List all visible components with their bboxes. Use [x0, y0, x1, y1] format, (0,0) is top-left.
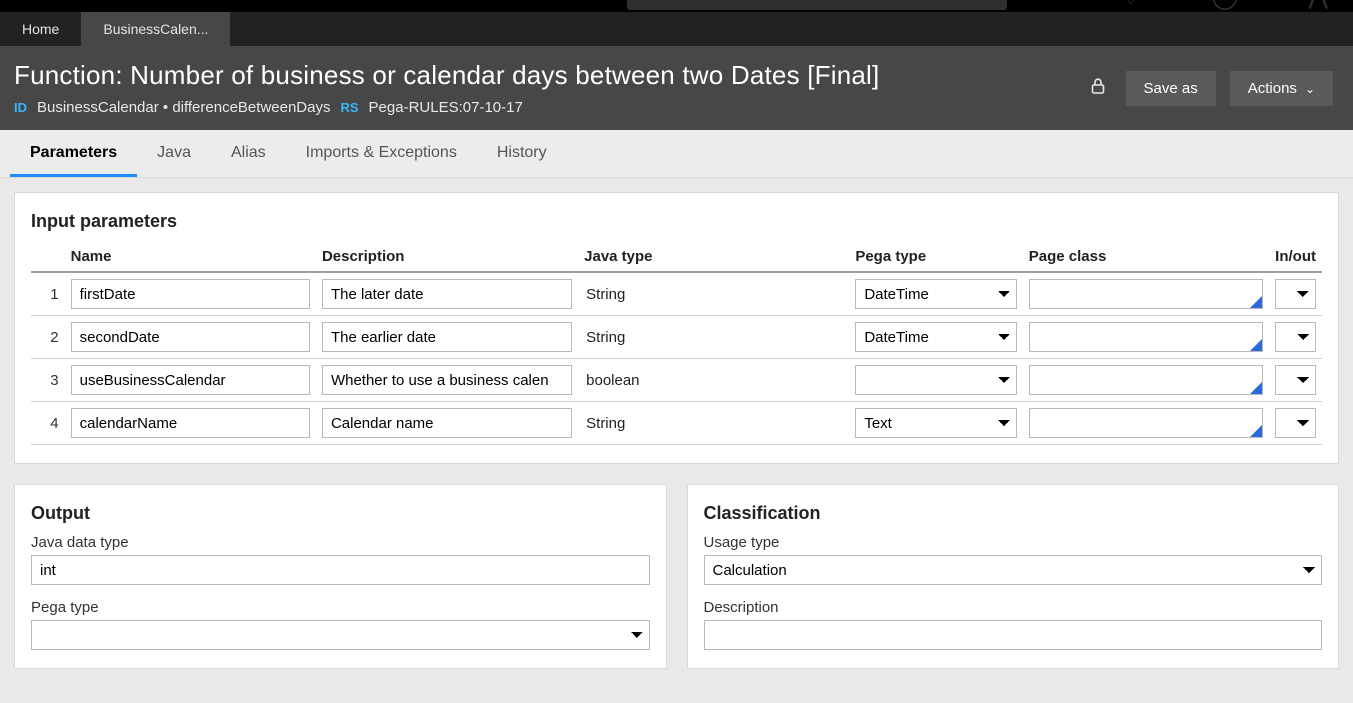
param-java-type: String	[584, 329, 625, 346]
subtab-java-label: Java	[157, 144, 191, 161]
col-in-out: In/out	[1269, 242, 1322, 272]
user-icon[interactable]: ⋀	[1308, 0, 1328, 11]
col-pega-type: Pega type	[849, 242, 1022, 272]
subtab-imports-label: Imports & Exceptions	[306, 144, 457, 161]
help-icon[interactable]: ◯	[1211, 0, 1238, 11]
classification-desc-input[interactable]	[704, 620, 1323, 650]
tab-current-rule-label: BusinessCalen...	[103, 21, 208, 37]
param-in-out-select[interactable]	[1275, 365, 1316, 395]
param-pega-type-select[interactable]: DateTime	[855, 279, 1016, 309]
input-parameters-panel: Input parameters Name Description Java t…	[14, 192, 1339, 464]
actions-button[interactable]: Actions ⌄	[1230, 71, 1333, 106]
col-page-class: Page class	[1023, 242, 1269, 272]
topbar-icons: ♡ ◯ ⋀	[1120, 0, 1328, 11]
table-row: 4 String Text	[31, 402, 1322, 445]
chevron-down-icon: ⌄	[1305, 82, 1315, 96]
global-topbar: ♡ ◯ ⋀	[0, 0, 1353, 12]
search-input-remnant[interactable]	[627, 0, 1007, 10]
output-heading: Output	[31, 503, 650, 524]
param-pega-type-select[interactable]: DateTime	[855, 322, 1016, 352]
table-row: 1 String DateTime	[31, 272, 1322, 316]
param-in-out-select[interactable]	[1275, 408, 1316, 438]
input-parameters-heading: Input parameters	[31, 211, 1322, 232]
param-pega-type-select[interactable]: Text	[855, 408, 1016, 438]
table-row: 2 String DateTime	[31, 316, 1322, 359]
classification-heading: Classification	[704, 503, 1323, 524]
actions-label: Actions	[1248, 80, 1297, 97]
param-java-type: String	[584, 415, 625, 432]
output-java-type-input[interactable]	[31, 555, 650, 585]
param-desc-input[interactable]	[322, 365, 572, 395]
subtab-imports[interactable]: Imports & Exceptions	[286, 130, 477, 177]
param-name-input[interactable]	[71, 279, 310, 309]
usage-type-select[interactable]: Calculation	[704, 555, 1323, 585]
row-index: 3	[31, 359, 65, 402]
param-pega-type-select[interactable]	[855, 365, 1016, 395]
lock-icon[interactable]	[1090, 77, 1106, 100]
param-page-class-input[interactable]	[1029, 408, 1263, 438]
param-name-input[interactable]	[71, 365, 310, 395]
work-area: Input parameters Name Description Java t…	[0, 178, 1353, 703]
classification-panel: Classification Usage type Calculation De…	[687, 484, 1340, 669]
classification-desc-label: Description	[704, 599, 1323, 616]
input-parameters-table: Name Description Java type Pega type Pag…	[31, 242, 1322, 445]
save-as-label: Save as	[1144, 80, 1198, 97]
rule-id-label: ID	[14, 100, 27, 115]
param-page-class-input[interactable]	[1029, 322, 1263, 352]
output-java-label: Java data type	[31, 534, 650, 551]
param-page-class-input[interactable]	[1029, 365, 1263, 395]
subtab-alias-label: Alias	[231, 144, 266, 161]
subtab-history-label: History	[497, 144, 547, 161]
output-pega-label: Pega type	[31, 599, 650, 616]
output-panel: Output Java data type Pega type	[14, 484, 667, 669]
col-name: Name	[65, 242, 316, 272]
tab-home[interactable]: Home	[0, 12, 81, 46]
app-tab-bar: Home BusinessCalen...	[0, 12, 1353, 46]
rule-subtabs: Parameters Java Alias Imports & Exceptio…	[0, 130, 1353, 178]
param-java-type: boolean	[584, 372, 639, 389]
row-index: 2	[31, 316, 65, 359]
usage-type-label: Usage type	[704, 534, 1323, 551]
save-as-button[interactable]: Save as	[1126, 71, 1216, 106]
param-name-input[interactable]	[71, 408, 310, 438]
rule-header: Function: Number of business or calendar…	[0, 46, 1353, 130]
param-in-out-select[interactable]	[1275, 279, 1316, 309]
notification-icon[interactable]: ♡	[1120, 0, 1142, 11]
col-description: Description	[316, 242, 578, 272]
subtab-history[interactable]: History	[477, 130, 567, 177]
row-index: 1	[31, 272, 65, 316]
col-java-type: Java type	[578, 242, 849, 272]
subtab-parameters[interactable]: Parameters	[10, 130, 137, 177]
tab-home-label: Home	[22, 21, 59, 37]
param-desc-input[interactable]	[322, 408, 572, 438]
tab-current-rule[interactable]: BusinessCalen...	[81, 12, 230, 46]
param-desc-input[interactable]	[322, 322, 572, 352]
param-in-out-select[interactable]	[1275, 322, 1316, 352]
param-java-type: String	[584, 286, 625, 303]
rule-id-value: BusinessCalendar • differenceBetweenDays	[37, 99, 330, 116]
subtab-parameters-label: Parameters	[30, 144, 117, 161]
rule-rs-value: Pega-RULES:07-10-17	[369, 99, 523, 116]
rule-title: Function: Number of business or calendar…	[14, 60, 1090, 91]
subtab-alias[interactable]: Alias	[211, 130, 286, 177]
rule-rs-label: RS	[340, 100, 358, 115]
param-name-input[interactable]	[71, 322, 310, 352]
row-index: 4	[31, 402, 65, 445]
output-pega-type-select[interactable]	[31, 620, 650, 650]
table-row: 3 boolean	[31, 359, 1322, 402]
subtab-java[interactable]: Java	[137, 130, 211, 177]
param-page-class-input[interactable]	[1029, 279, 1263, 309]
param-desc-input[interactable]	[322, 279, 572, 309]
